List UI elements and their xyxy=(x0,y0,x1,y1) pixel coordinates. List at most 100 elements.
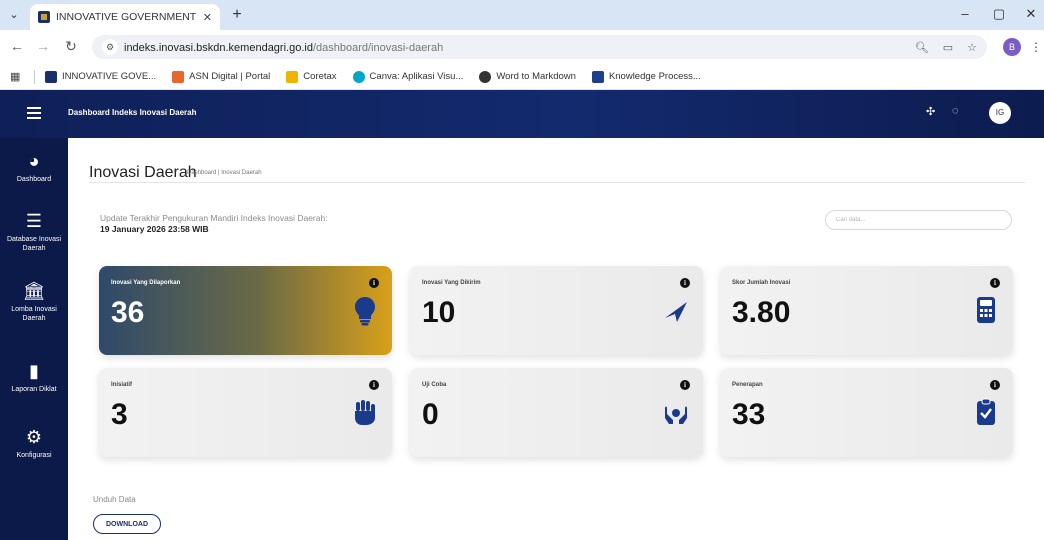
hands-icon xyxy=(663,398,689,428)
info-icon[interactable]: i xyxy=(369,380,379,390)
card-label: Uji Coba xyxy=(422,382,447,388)
profile-avatar[interactable]: B xyxy=(1003,38,1021,56)
bookmark-item[interactable]: INNOVATIVE GOVE... xyxy=(45,70,157,83)
card-value: 3.80 xyxy=(732,296,791,329)
minimize-button[interactable]: – xyxy=(956,6,974,21)
gear-icon: ⚙ xyxy=(25,427,43,447)
sidebar-item-dashboard[interactable]: ◕ Dashboard xyxy=(0,150,68,184)
hamburger-menu-icon[interactable] xyxy=(27,107,41,119)
card-uji-coba[interactable]: Uji Coba 0 i xyxy=(410,368,703,457)
card-inovasi-dilaporkan[interactable]: Inovasi Yang Dilaporkan 36 i xyxy=(99,266,392,355)
cast-icon[interactable]: ▭ xyxy=(943,41,953,54)
back-arrow-icon[interactable]: ← xyxy=(8,38,26,54)
sidebar-item-laporan[interactable]: ▮ Laporan Diklat xyxy=(0,360,68,394)
breadcrumb[interactable]: Dashboard | Inovasi Daerah xyxy=(187,170,262,176)
browser-tabstrip: ⌄ INNOVATIVE GOVERNMENT AW ✕ + – ▢ ✕ xyxy=(0,0,1044,30)
bank-icon: 🏛︎ xyxy=(22,281,46,301)
card-value: 0 xyxy=(422,398,439,431)
user-avatar[interactable]: IG xyxy=(989,102,1011,124)
bookmark-favicon-icon xyxy=(591,70,604,83)
site-favicon-icon xyxy=(38,11,50,23)
dashboard-icon: ◕ xyxy=(28,151,40,171)
bookmarks-divider xyxy=(34,69,35,84)
card-value: 10 xyxy=(422,296,456,329)
bookmark-item[interactable]: Coretax xyxy=(286,70,337,83)
bookmark-label: Knowledge Process... xyxy=(608,71,701,82)
tab-close-button[interactable]: ✕ xyxy=(203,11,212,24)
browser-toolbar: ← → ↻ ⚙ indeks.inovasi.bskdn.kemendagri.… xyxy=(0,30,1044,64)
sidebar: ◕ Dashboard ☰ Database Inovasi Daerah 🏛︎… xyxy=(0,138,68,540)
card-label: Inisiatif xyxy=(111,382,133,388)
sidebar-item-lomba[interactable]: 🏛︎ Lomba Inovasi Daerah xyxy=(0,280,68,323)
close-window-button[interactable]: ✕ xyxy=(1022,6,1040,22)
bookmark-item[interactable]: Word to Markdown xyxy=(479,70,576,83)
bookmarks-bar: ▦ INNOVATIVE GOVE... ASN Digital | Porta… xyxy=(0,64,1044,90)
tab-search-chevron-icon[interactable]: ⌄ xyxy=(6,7,22,23)
card-inovasi-dikirim[interactable]: Inovasi Yang Dikirim 10 i xyxy=(410,266,703,355)
browser-menu-icon[interactable]: ⋮ xyxy=(1030,40,1042,54)
card-value: 3 xyxy=(111,398,128,431)
sidebar-item-konfigurasi[interactable]: ⚙ Konfigurasi xyxy=(0,426,68,460)
card-penerapan[interactable]: Penerapan 33 i xyxy=(720,368,1013,457)
info-icon[interactable]: i xyxy=(680,380,690,390)
download-button[interactable]: DOWNLOAD xyxy=(93,514,161,534)
page-title: Inovasi Daerah xyxy=(89,164,197,181)
url-path: /dashboard/inovasi-daerah xyxy=(312,42,444,54)
card-inisiatif[interactable]: Inisiatif 3 i xyxy=(99,368,392,457)
sidebar-item-label: Konfigurasi xyxy=(16,452,52,459)
maximize-button[interactable]: ▢ xyxy=(990,6,1008,22)
calculator-icon xyxy=(973,296,999,326)
app-topbar: Dashboard Indeks Inovasi Daerah ✣ ◌ IG xyxy=(0,90,1044,138)
search-input[interactable] xyxy=(825,210,1012,230)
address-bar[interactable]: ⚙ indeks.inovasi.bskdn.kemendagri.go.id/… xyxy=(92,35,987,59)
bookmark-label: Word to Markdown xyxy=(496,71,576,82)
title-divider xyxy=(89,182,1025,183)
bookmark-item[interactable]: Canva: Aplikasi Visu... xyxy=(352,70,464,83)
zoom-icon[interactable]: 🔍︎ xyxy=(915,41,929,54)
main-content: Inovasi Daerah Dashboard | Inovasi Daera… xyxy=(68,138,1044,540)
card-value: 36 xyxy=(111,296,145,329)
site-info-icon[interactable]: ⚙ xyxy=(102,39,118,55)
chat-icon[interactable]: ◌ xyxy=(952,105,959,117)
url-host: indeks.inovasi.bskdn.kemendagri.go.id xyxy=(124,42,313,54)
new-tab-button[interactable]: + xyxy=(228,6,246,24)
update-label: Update Terakhir Pengukuran Mandiri Indek… xyxy=(100,213,328,223)
card-value: 33 xyxy=(732,398,766,431)
bookmark-item[interactable]: ASN Digital | Portal xyxy=(172,70,271,83)
bookmark-favicon-icon xyxy=(172,70,185,83)
sidebar-item-database[interactable]: ☰ Database Inovasi Daerah xyxy=(0,210,68,253)
file-icon: ▮ xyxy=(29,361,39,381)
bookmark-item[interactable]: Knowledge Process... xyxy=(591,70,701,83)
sidebar-item-label: Database Inovasi Daerah xyxy=(6,236,62,252)
browser-tab[interactable]: INNOVATIVE GOVERNMENT AW ✕ xyxy=(30,4,220,30)
reload-icon[interactable]: ↻ xyxy=(62,38,80,55)
lightbulb-icon xyxy=(352,296,378,326)
paper-plane-icon xyxy=(663,296,689,326)
forward-arrow-icon[interactable]: → xyxy=(34,38,52,54)
tab-title: INNOVATIVE GOVERNMENT AW xyxy=(56,11,197,23)
info-icon[interactable]: i xyxy=(990,380,1000,390)
card-label: Penerapan xyxy=(732,382,763,388)
bookmark-label: Canva: Aplikasi Visu... xyxy=(369,71,464,82)
bookmark-star-icon[interactable]: ☆ xyxy=(967,41,977,54)
card-label: Skor Jumlah Inovasi xyxy=(732,280,791,286)
bookmark-favicon-icon xyxy=(352,70,365,83)
bookmark-label: INNOVATIVE GOVE... xyxy=(62,71,157,82)
move-arrows-icon[interactable]: ✣ xyxy=(926,105,935,118)
clipboard-check-icon xyxy=(973,398,999,428)
bookmark-favicon-icon xyxy=(286,70,299,83)
info-icon[interactable]: i xyxy=(680,278,690,288)
card-skor-jumlah[interactable]: Skor Jumlah Inovasi 3.80 i xyxy=(720,266,1013,355)
info-icon[interactable]: i xyxy=(369,278,379,288)
card-label: Inovasi Yang Dilaporkan xyxy=(111,280,181,286)
info-icon[interactable]: i xyxy=(990,278,1000,288)
bookmark-label: Coretax xyxy=(303,71,337,82)
sidebar-item-label: Dashboard xyxy=(16,176,52,183)
sidebar-item-label: Laporan Diklat xyxy=(11,386,57,393)
update-timestamp: 19 January 2026 23:58 WIB xyxy=(100,224,209,234)
download-label: Unduh Data xyxy=(93,495,136,504)
fist-icon xyxy=(352,398,378,428)
bookmark-favicon-icon xyxy=(45,70,57,83)
apps-grid-icon[interactable]: ▦ xyxy=(10,70,24,83)
bookmark-label: ASN Digital | Portal xyxy=(189,71,271,82)
